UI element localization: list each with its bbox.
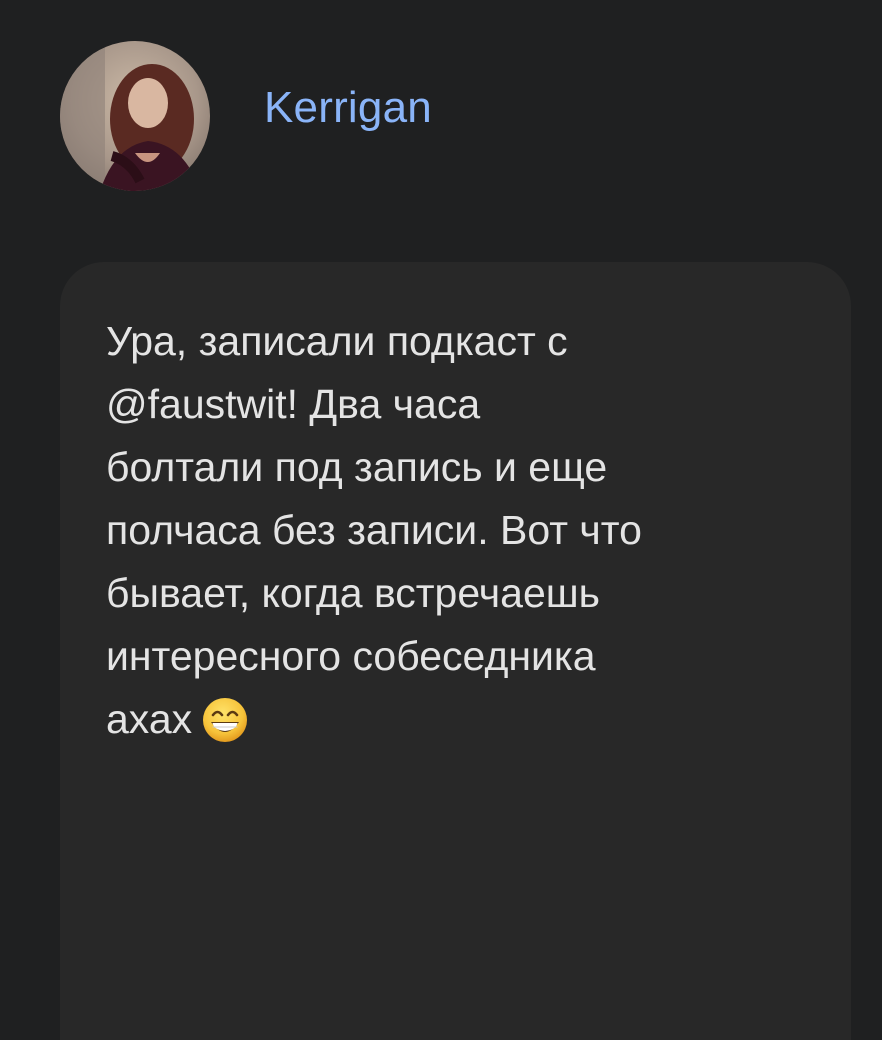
message-bubble: Ура, записали подкаст с @faustwit! Два ча… (60, 262, 851, 1040)
author-name[interactable]: Kerrigan (264, 83, 432, 133)
avatar[interactable] (60, 41, 210, 191)
message-line: полчаса без записи. Вот что (106, 507, 642, 553)
message-line: интересного собеседника (106, 633, 596, 679)
message-header: Kerrigan (60, 40, 432, 192)
message-line: болтали под запись и еще (106, 444, 608, 490)
message-line: @faustwit! Два часа (106, 381, 481, 427)
grinning-face-emoji-icon (202, 697, 248, 743)
message-text: Ура, записали подкаст с @faustwit! Два ча… (106, 310, 816, 751)
message-line: Ура, записали подкаст с (106, 318, 568, 364)
message-last-line: ахах (106, 688, 816, 751)
message-line: бывает, когда встречаешь (106, 570, 601, 616)
avatar-photo (60, 41, 210, 191)
message-line: ахах (106, 696, 193, 742)
